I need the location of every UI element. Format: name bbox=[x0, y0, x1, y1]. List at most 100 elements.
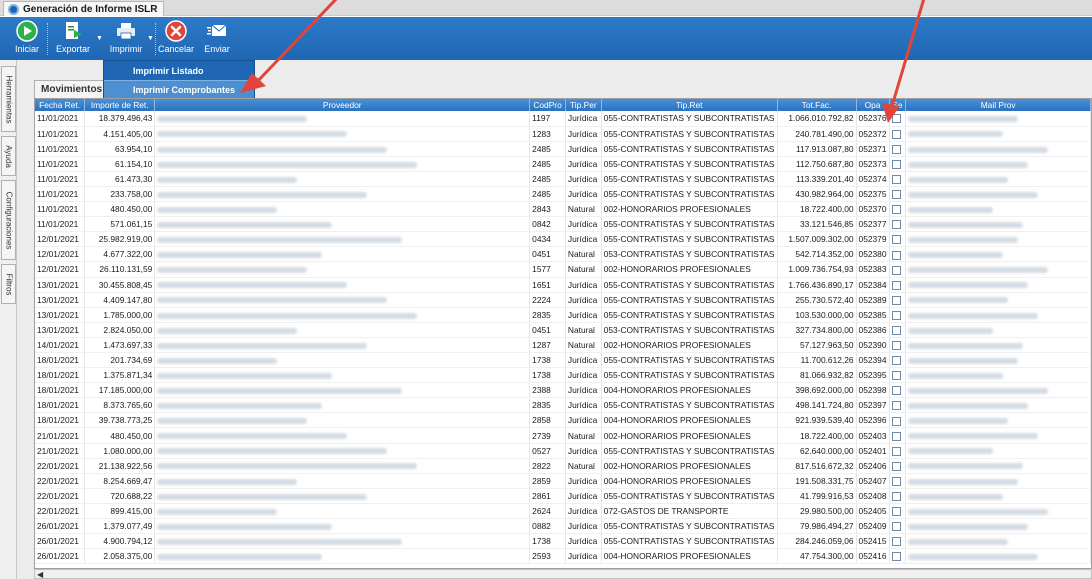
cell-sel[interactable] bbox=[889, 307, 907, 323]
cell-sel[interactable] bbox=[889, 246, 907, 263]
select-checkbox[interactable] bbox=[891, 295, 901, 305]
table-row[interactable]: 22/01/2021 8.254.669,47 2859 Jurídica 004-HO… bbox=[35, 473, 1091, 489]
table-row[interactable]: 26/01/2021 1.379.077,49 0882 Jurídica 055-CO… bbox=[35, 518, 1091, 535]
cell-sel[interactable] bbox=[889, 277, 907, 293]
table-row[interactable]: 22/01/2021 720.688,22 2861 Jurídica 055-CONT… bbox=[35, 488, 1091, 504]
enviar-button[interactable]: Enviar bbox=[200, 20, 234, 58]
select-checkbox[interactable] bbox=[891, 446, 901, 456]
select-checkbox[interactable] bbox=[891, 416, 901, 426]
select-checkbox[interactable] bbox=[891, 552, 901, 562]
column-header-fecha-ret[interactable]: Fecha Ret. bbox=[35, 99, 86, 111]
select-checkbox[interactable] bbox=[891, 522, 901, 532]
column-header-importe-ret[interactable]: Importe de Ret. bbox=[84, 99, 156, 111]
select-checkbox[interactable] bbox=[891, 356, 901, 366]
select-checkbox[interactable] bbox=[891, 129, 901, 139]
table-row[interactable]: 18/01/2021 39.738.773,25 2858 Jurídica 004-H… bbox=[35, 412, 1091, 429]
select-checkbox[interactable] bbox=[891, 507, 901, 517]
table-row[interactable]: 11/01/2021 18.379.496,43 1197 Jurídica 055-C… bbox=[35, 111, 1091, 127]
cell-sel[interactable] bbox=[889, 126, 907, 142]
table-row[interactable]: 14/01/2021 1.473.697,33 1287 Natural 002-HON… bbox=[35, 337, 1091, 354]
window-tab[interactable]: Generación de Informe ISLR bbox=[3, 1, 165, 16]
select-checkbox[interactable] bbox=[891, 144, 901, 154]
cell-sel[interactable] bbox=[889, 171, 907, 187]
select-checkbox[interactable] bbox=[891, 461, 901, 471]
table-row[interactable]: 11/01/2021 480.450,00 2843 Natural 002-HONOR… bbox=[35, 201, 1091, 218]
column-header-codpro[interactable]: CodPro bbox=[529, 99, 566, 111]
table-row[interactable]: 11/01/2021 61.154,10 2485 Jurídica 055-CONTR… bbox=[35, 156, 1091, 172]
cell-sel[interactable] bbox=[889, 261, 907, 278]
table-row[interactable]: 18/01/2021 201.734,69 1738 Jurídica 055-CONT… bbox=[35, 352, 1091, 369]
table-row[interactable]: 13/01/2021 1.785.000,00 2835 Jurídica 055-CO… bbox=[35, 307, 1091, 323]
cell-sel[interactable] bbox=[889, 458, 907, 474]
cell-sel[interactable] bbox=[889, 412, 907, 429]
imprimir-button[interactable]: Imprimir bbox=[106, 20, 146, 58]
column-header-tip-ret[interactable]: Tip.Ret bbox=[601, 99, 778, 111]
iniciar-button[interactable]: Iniciar bbox=[8, 20, 46, 58]
select-checkbox[interactable] bbox=[891, 250, 901, 260]
cell-sel[interactable] bbox=[889, 216, 907, 233]
table-row[interactable]: 21/01/2021 1.080.000,00 0527 Jurídica 055-CO… bbox=[35, 443, 1091, 459]
menu-item-imprimir-comprobantes[interactable]: Imprimir Comprobantes bbox=[104, 80, 254, 98]
select-checkbox[interactable] bbox=[891, 371, 901, 381]
table-row[interactable]: 11/01/2021 4.151.405,00 1283 Jurídica 055-CO… bbox=[35, 126, 1091, 142]
imprimir-dropdown-icon[interactable]: ▼ bbox=[147, 35, 154, 42]
table-row[interactable]: 13/01/2021 2.824.050,00 0451 Natural 053-CON… bbox=[35, 322, 1091, 338]
table-row[interactable]: 13/01/2021 30.455.808,45 1651 Jurídica 055-C… bbox=[35, 277, 1091, 293]
table-row[interactable]: 11/01/2021 63.954,10 2485 Jurídica 055-CONTR… bbox=[35, 141, 1091, 157]
sidebar-tab-configuraciones[interactable]: Configuraciones bbox=[1, 180, 16, 260]
sidebar-tab-ayuda[interactable]: Ayuda bbox=[1, 136, 16, 176]
select-checkbox[interactable] bbox=[891, 492, 901, 502]
select-checkbox[interactable] bbox=[891, 265, 901, 275]
table-row[interactable]: 11/01/2021 233.758,00 2485 Jurídica 055-CONT… bbox=[35, 186, 1091, 203]
column-header-mail-prov[interactable]: Mail Prov bbox=[905, 99, 1091, 111]
column-header-proveedor[interactable]: Proveedor bbox=[154, 99, 531, 111]
column-header-tip-per[interactable]: Tip.Per bbox=[565, 99, 602, 111]
table-row[interactable]: 11/01/2021 61.473,30 2485 Jurídica 055-CONTR… bbox=[35, 171, 1091, 187]
select-checkbox[interactable] bbox=[891, 205, 901, 215]
scroll-left-icon[interactable]: ◀ bbox=[37, 570, 43, 579]
cell-sel[interactable] bbox=[889, 322, 907, 338]
cell-sel[interactable] bbox=[889, 231, 907, 248]
cell-sel[interactable] bbox=[889, 292, 907, 308]
sidebar-tab-herramientas[interactable]: Herramientas bbox=[1, 66, 16, 132]
exportar-dropdown-icon[interactable]: ▼ bbox=[96, 35, 103, 42]
cell-sel[interactable] bbox=[889, 337, 907, 354]
table-row[interactable]: 22/01/2021 21.138.922,56 2822 Natural 002-HO… bbox=[35, 458, 1091, 474]
cell-sel[interactable] bbox=[889, 473, 907, 489]
column-header-opa[interactable]: Opa bbox=[856, 99, 890, 111]
table-row[interactable]: 21/01/2021 480.450,00 2739 Natural 002-HONOR… bbox=[35, 427, 1091, 444]
select-checkbox[interactable] bbox=[891, 476, 901, 486]
cell-sel[interactable] bbox=[889, 186, 907, 203]
cancelar-button[interactable]: Cancelar bbox=[157, 20, 195, 58]
column-header-tot-fac[interactable]: Tot.Fac. bbox=[777, 99, 857, 111]
cell-sel[interactable] bbox=[889, 141, 907, 157]
select-checkbox[interactable] bbox=[891, 310, 901, 320]
cell-sel[interactable] bbox=[889, 533, 907, 550]
select-checkbox[interactable] bbox=[891, 220, 901, 230]
table-row[interactable]: 22/01/2021 899.415,00 2624 Jurídica 072-GAST… bbox=[35, 503, 1091, 520]
cell-sel[interactable] bbox=[889, 548, 907, 565]
cell-sel[interactable] bbox=[889, 201, 907, 218]
select-checkbox[interactable] bbox=[891, 341, 901, 351]
select-checkbox[interactable] bbox=[891, 175, 901, 185]
table-row[interactable]: 18/01/2021 17.185.000,00 2388 Jurídica 004-H… bbox=[35, 382, 1091, 399]
exportar-button[interactable]: Exportar bbox=[51, 20, 95, 58]
cell-sel[interactable] bbox=[889, 397, 907, 414]
cell-sel[interactable] bbox=[889, 518, 907, 535]
cell-sel[interactable] bbox=[889, 352, 907, 369]
sidebar-tab-filtros[interactable]: Filtros bbox=[1, 264, 16, 304]
select-checkbox[interactable] bbox=[891, 114, 901, 124]
cell-sel[interactable] bbox=[889, 382, 907, 399]
table-row[interactable]: 13/01/2021 4.409.147,80 2224 Jurídica 055-CO… bbox=[35, 292, 1091, 308]
select-checkbox[interactable] bbox=[891, 190, 901, 200]
select-checkbox[interactable] bbox=[891, 280, 901, 290]
cell-sel[interactable] bbox=[889, 156, 907, 172]
table-row[interactable]: 18/01/2021 1.375.871,34 1738 Jurídica 055-CO… bbox=[35, 367, 1091, 384]
select-checkbox[interactable] bbox=[891, 235, 901, 245]
cell-sel[interactable] bbox=[889, 443, 907, 459]
select-checkbox[interactable] bbox=[891, 386, 901, 396]
cell-sel[interactable] bbox=[889, 503, 907, 520]
table-row[interactable]: 26/01/2021 2.058.375,00 2593 Jurídica 004-HO… bbox=[35, 548, 1091, 565]
cell-sel[interactable] bbox=[889, 427, 907, 444]
table-row[interactable]: 12/01/2021 25.982.919,00 0434 Jurídica 055-C… bbox=[35, 231, 1091, 248]
